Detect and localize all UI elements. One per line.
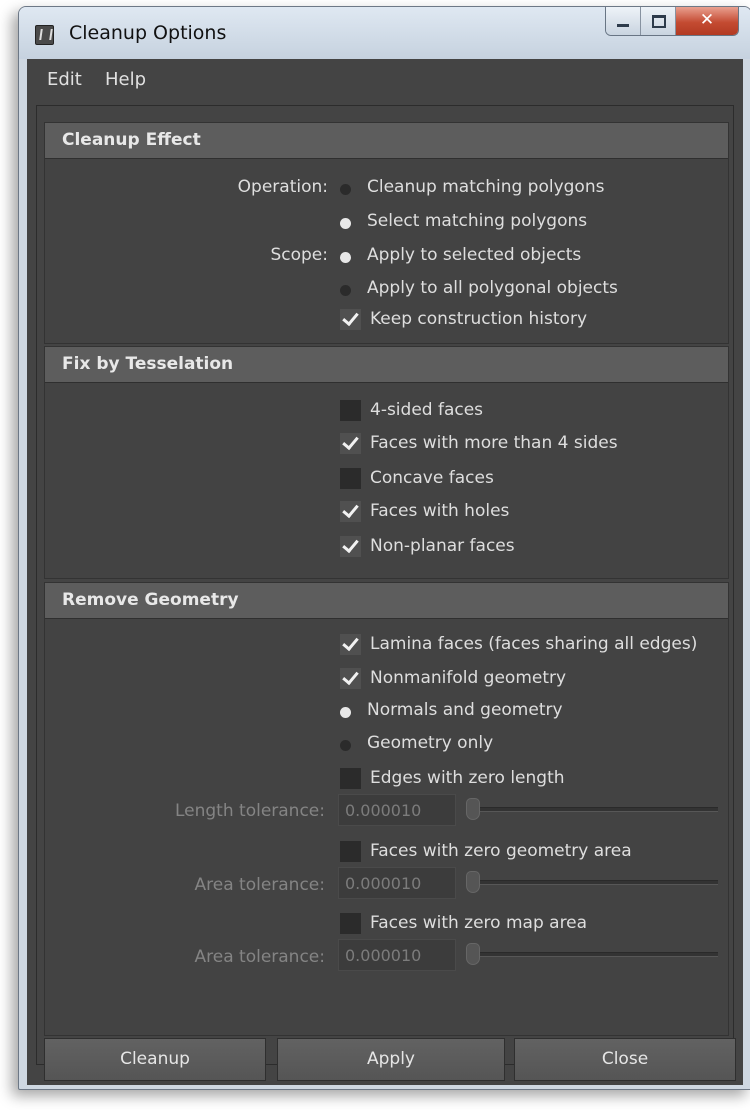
checkbox-label: Nonmanifold geometry (370, 668, 567, 688)
close-button[interactable]: Close (514, 1038, 736, 1081)
radio-label: Select matching polygons (367, 211, 588, 231)
section-header-remove-geometry[interactable]: Remove Geometry (45, 583, 728, 619)
map-area-tolerance-slider-handle[interactable] (466, 943, 480, 965)
checkbox-label: Edges with zero length (370, 768, 565, 788)
radio-label: Cleanup matching polygons (367, 177, 605, 197)
map-area-tolerance-field[interactable]: 0.000010 (338, 939, 456, 971)
checkbox-label: Keep construction history (370, 309, 588, 329)
window-title: Cleanup Options (69, 22, 227, 44)
radio-cleanup-matching[interactable] (340, 184, 351, 195)
checkbox-label: Faces with holes (370, 501, 510, 521)
maximize-icon (652, 15, 666, 28)
cleanup-button[interactable]: Cleanup (44, 1038, 266, 1081)
length-tolerance-slider[interactable] (470, 807, 718, 812)
section-title: Cleanup Effect (62, 130, 201, 150)
checkbox-label: Faces with more than 4 sides (370, 433, 618, 453)
minimize-button[interactable] (606, 7, 640, 35)
maya-app-icon (35, 25, 54, 45)
checkbox-4-sided-faces[interactable] (340, 400, 361, 421)
length-tolerance-field[interactable]: 0.000010 (338, 794, 456, 826)
radio-select-matching[interactable] (340, 218, 351, 229)
checkbox-label: Lamina faces (faces sharing all edges) (370, 634, 698, 654)
map-area-tolerance-slider[interactable] (470, 952, 718, 957)
menu-edit[interactable]: Edit (47, 69, 82, 90)
length-tolerance-label: Length tolerance: (174, 801, 325, 821)
section-title: Fix by Tesselation (62, 354, 234, 374)
scope-label: Scope: (270, 245, 328, 265)
minimize-icon (617, 24, 629, 27)
checkbox-keep-history[interactable] (340, 309, 361, 330)
operation-label: Operation: (237, 177, 328, 197)
radio-apply-selected[interactable] (340, 252, 351, 263)
area-tolerance-slider[interactable] (470, 880, 718, 885)
cleanup-options-window: Cleanup Options ✕ Edit Help Cleanup Effe… (18, 6, 750, 1090)
section-header-cleanup-effect[interactable]: Cleanup Effect (45, 123, 728, 159)
checkbox-nonmanifold[interactable] (340, 668, 361, 689)
section-header-fix-by-tesselation[interactable]: Fix by Tesselation (45, 347, 728, 383)
radio-label: Normals and geometry (367, 700, 563, 720)
section-title: Remove Geometry (62, 590, 239, 610)
radio-geometry-only[interactable] (340, 740, 351, 751)
checkbox-non-planar-faces[interactable] (340, 536, 361, 557)
close-icon: ✕ (699, 10, 715, 30)
maximize-button[interactable] (640, 7, 675, 35)
menu-help[interactable]: Help (105, 69, 146, 90)
checkbox-label: 4-sided faces (370, 400, 484, 420)
title-bar[interactable]: Cleanup Options ✕ (19, 7, 750, 59)
window-controls: ✕ (605, 7, 739, 36)
radio-apply-all[interactable] (340, 285, 351, 296)
area-tolerance-label: Area tolerance: (194, 875, 326, 895)
radio-label: Geometry only (367, 733, 494, 753)
dialog-body: Edit Help Cleanup Effect Operation: Clea… (27, 59, 743, 1085)
area-tolerance-field[interactable]: 0.000010 (338, 867, 456, 899)
menu-bar: Edit Help (27, 59, 743, 99)
section-remove-geometry: Remove Geometry Lamina faces (faces shar… (44, 582, 729, 1036)
close-window-button[interactable]: ✕ (675, 7, 738, 35)
section-cleanup-effect: Cleanup Effect Operation: Cleanup matchi… (44, 122, 729, 344)
checkbox-lamina-faces[interactable] (340, 634, 361, 655)
checkbox-zero-length-edges[interactable] (340, 768, 361, 789)
section-fix-by-tesselation: Fix by Tesselation 4-sided faces Faces w… (44, 346, 729, 579)
checkbox-zero-geometry-area[interactable] (340, 841, 361, 862)
radio-label: Apply to all polygonal objects (367, 278, 618, 298)
area-tolerance-slider-handle[interactable] (466, 871, 480, 893)
checkbox-more-than-4-sides[interactable] (340, 433, 361, 454)
map-area-tolerance-label: Area tolerance: (194, 947, 326, 967)
checkbox-concave-faces[interactable] (340, 468, 361, 489)
checkbox-label: Faces with zero map area (370, 913, 588, 933)
checkbox-faces-with-holes[interactable] (340, 501, 361, 522)
length-tolerance-slider-handle[interactable] (466, 798, 480, 820)
radio-normals-and-geometry[interactable] (340, 707, 351, 718)
radio-label: Apply to selected objects (367, 245, 582, 265)
checkbox-label: Concave faces (370, 468, 494, 488)
checkbox-zero-map-area[interactable] (340, 913, 361, 934)
apply-button[interactable]: Apply (277, 1038, 505, 1081)
options-scroll-area[interactable]: Cleanup Effect Operation: Cleanup matchi… (36, 105, 734, 1065)
checkbox-label: Faces with zero geometry area (370, 841, 632, 861)
checkbox-label: Non-planar faces (370, 536, 515, 556)
